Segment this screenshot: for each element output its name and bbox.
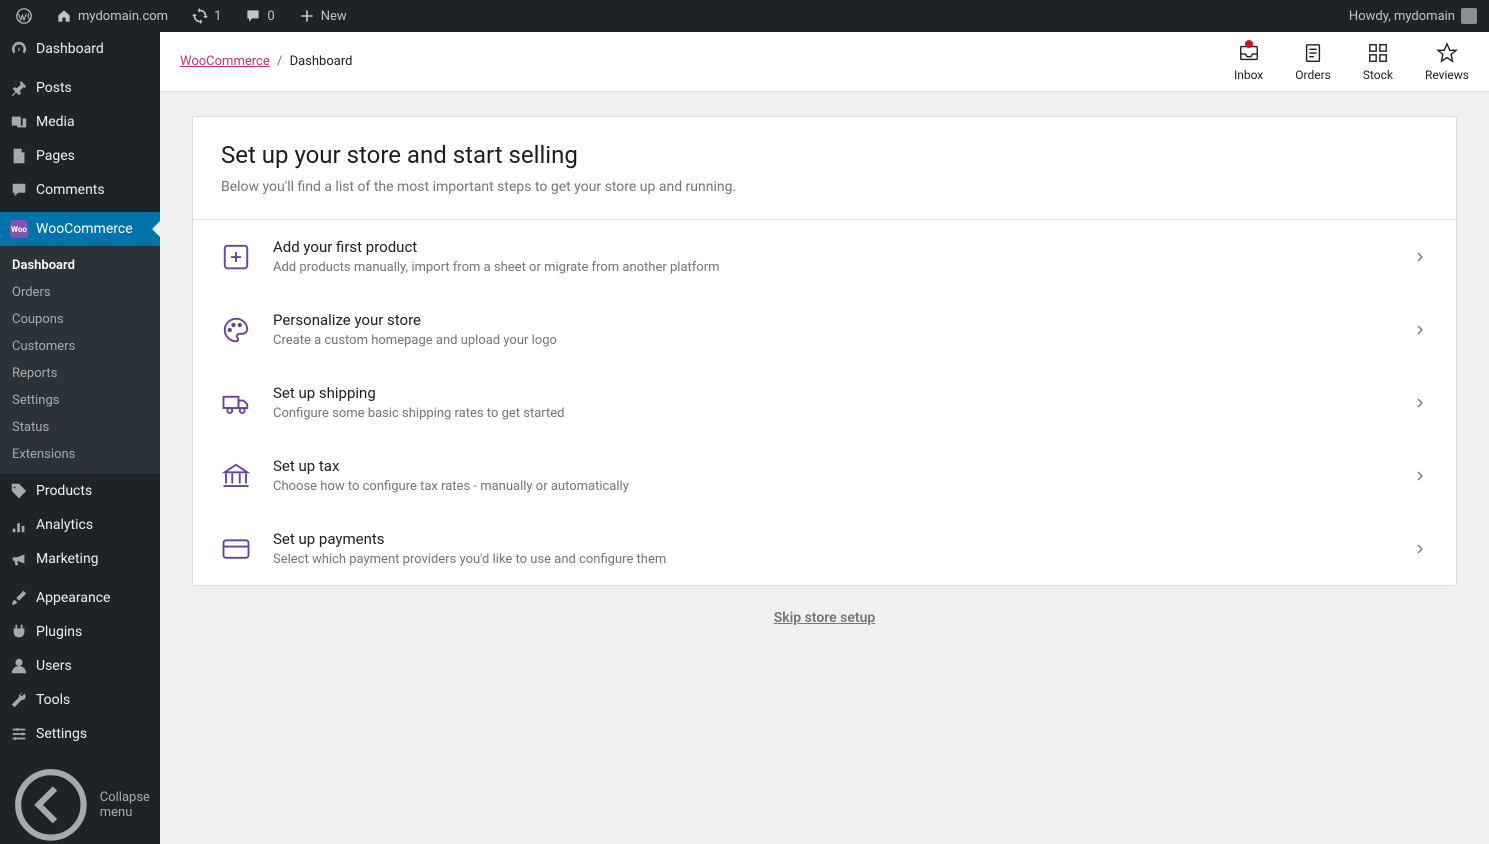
pin-icon — [10, 79, 28, 97]
sidebar-sub-extensions[interactable]: Extensions — [0, 441, 160, 468]
card-icon — [221, 534, 251, 564]
sidebar-sub-orders[interactable]: Orders — [0, 279, 160, 306]
skip-setup-link[interactable]: Skip store setup — [774, 610, 876, 626]
sidebar-item-tools[interactable]: Tools — [0, 683, 160, 717]
updates-link[interactable]: 1 — [184, 0, 229, 32]
plus-icon — [299, 8, 315, 24]
setup-subtitle: Below you'll find a list of the most imp… — [221, 179, 1428, 195]
collapse-menu[interactable]: Collapse menu — [0, 756, 160, 844]
breadcrumb: WooCommerce / Dashboard — [180, 54, 352, 69]
main-content: WooCommerce / Dashboard Inbox Orders Sto… — [160, 32, 1489, 674]
task-payments[interactable]: Set up paymentsSelect which payment prov… — [193, 512, 1456, 585]
site-name-link[interactable]: mydomain.com — [48, 0, 176, 32]
updates-count: 1 — [214, 9, 221, 24]
notification-dot-icon — [1245, 40, 1253, 48]
sidebar-item-woocommerce[interactable]: WooWooCommerce — [0, 212, 160, 246]
page-icon — [10, 147, 28, 165]
sidebar-sub-dashboard[interactable]: Dashboard — [0, 252, 160, 279]
sidebar-item-settings[interactable]: Settings — [0, 717, 160, 751]
sidebar-item-analytics[interactable]: Analytics — [0, 508, 160, 542]
setup-title: Set up your store and start selling — [221, 141, 1428, 169]
howdy-text: Howdy, mydomain — [1349, 9, 1455, 24]
task-tax[interactable]: Set up taxChoose how to configure tax ra… — [193, 439, 1456, 512]
bank-icon — [221, 461, 251, 491]
sidebar-item-comments[interactable]: Comments — [0, 173, 160, 207]
truck-icon — [221, 388, 251, 418]
sidebar-item-pages[interactable]: Pages — [0, 139, 160, 173]
comment-icon — [10, 181, 28, 199]
new-label: New — [321, 9, 347, 24]
chevron-right-icon — [1412, 541, 1428, 557]
new-content-link[interactable]: New — [291, 0, 355, 32]
star-icon — [1436, 42, 1458, 64]
wrench-icon — [10, 691, 28, 709]
sidebar-submenu-woocommerce: Dashboard Orders Coupons Customers Repor… — [0, 246, 160, 474]
comments-count: 0 — [267, 9, 274, 24]
chevron-right-icon — [1412, 249, 1428, 265]
sidebar-item-posts[interactable]: Posts — [0, 71, 160, 105]
palette-icon — [221, 315, 251, 345]
sidebar-item-appearance[interactable]: Appearance — [0, 581, 160, 615]
chevron-right-icon — [1412, 468, 1428, 484]
sidebar-sub-customers[interactable]: Customers — [0, 333, 160, 360]
task-shipping[interactable]: Set up shippingConfigure some basic ship… — [193, 366, 1456, 439]
task-personalize[interactable]: Personalize your storeCreate a custom ho… — [193, 293, 1456, 366]
chevron-right-icon — [1412, 322, 1428, 338]
sidebar-item-marketing[interactable]: Marketing — [0, 542, 160, 576]
sidebar-item-plugins[interactable]: Plugins — [0, 615, 160, 649]
avatar-icon — [1461, 8, 1477, 24]
topbar-reviews[interactable]: Reviews — [1425, 42, 1469, 82]
wp-logo[interactable] — [8, 0, 40, 32]
sidebar-sub-settings[interactable]: Settings — [0, 387, 160, 414]
admin-sidebar: Dashboard Posts Media Pages Comments Woo… — [0, 32, 160, 844]
breadcrumb-current: Dashboard — [290, 54, 353, 69]
user-icon — [10, 657, 28, 675]
setup-card: Set up your store and start selling Belo… — [192, 116, 1457, 586]
chart-icon — [10, 516, 28, 534]
refresh-icon — [192, 8, 208, 24]
topbar-inbox[interactable]: Inbox — [1234, 42, 1263, 82]
topbar-stock[interactable]: Stock — [1363, 42, 1393, 82]
home-icon — [56, 8, 72, 24]
orders-icon — [1302, 42, 1324, 64]
megaphone-icon — [10, 550, 28, 568]
site-name: mydomain.com — [78, 9, 168, 24]
comment-icon — [245, 8, 261, 24]
woo-icon: Woo — [10, 220, 28, 238]
brush-icon — [10, 589, 28, 607]
add-product-icon — [221, 242, 251, 272]
sidebar-sub-coupons[interactable]: Coupons — [0, 306, 160, 333]
task-add-product[interactable]: Add your first productAdd products manua… — [193, 220, 1456, 293]
comments-link[interactable]: 0 — [237, 0, 282, 32]
chevron-right-icon — [1412, 395, 1428, 411]
breadcrumb-root[interactable]: WooCommerce — [180, 54, 270, 69]
dashboard-icon — [10, 40, 28, 58]
woocommerce-topbar: WooCommerce / Dashboard Inbox Orders Sto… — [160, 32, 1489, 92]
collapse-icon — [10, 764, 92, 844]
tag-icon — [10, 482, 28, 500]
sidebar-sub-reports[interactable]: Reports — [0, 360, 160, 387]
topbar-orders[interactable]: Orders — [1295, 42, 1331, 82]
sliders-icon — [10, 725, 28, 743]
admin-bar: mydomain.com 1 0 New Howdy, mydomain — [0, 0, 1489, 32]
media-icon — [10, 113, 28, 131]
sidebar-item-media[interactable]: Media — [0, 105, 160, 139]
sidebar-item-dashboard[interactable]: Dashboard — [0, 32, 160, 66]
howdy-account[interactable]: Howdy, mydomain — [1341, 0, 1481, 32]
sidebar-sub-status[interactable]: Status — [0, 414, 160, 441]
stock-icon — [1367, 42, 1389, 64]
sidebar-item-users[interactable]: Users — [0, 649, 160, 683]
plug-icon — [10, 623, 28, 641]
sidebar-item-products[interactable]: Products — [0, 474, 160, 508]
